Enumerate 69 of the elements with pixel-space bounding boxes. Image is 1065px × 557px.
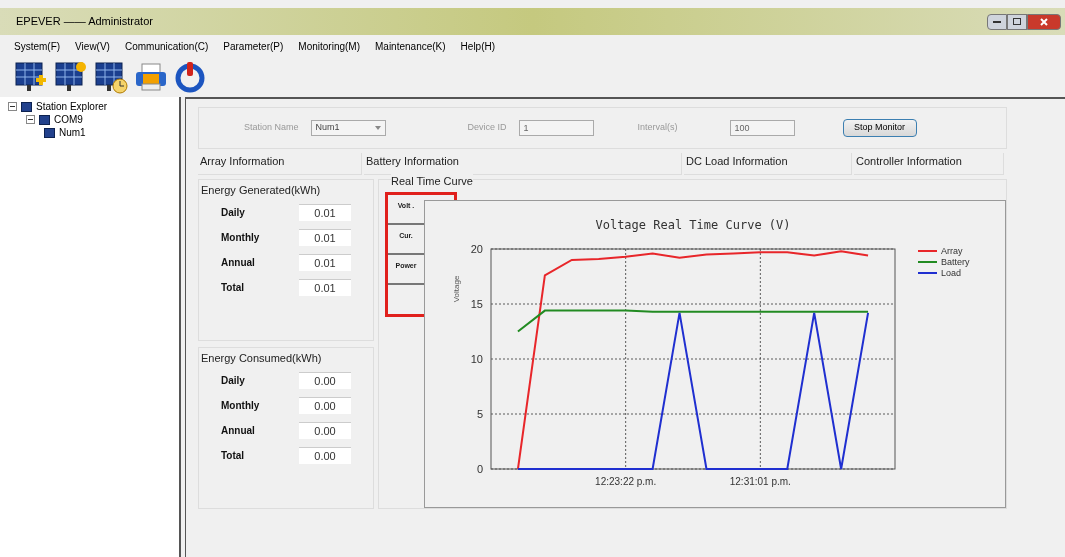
solar-panel-icon[interactable]	[14, 60, 48, 94]
menu-item[interactable]: View(V)	[75, 38, 110, 54]
solar-panel-icon	[39, 114, 50, 125]
legend-label: Array	[941, 245, 963, 256]
info-section-header[interactable]: Controller Information	[854, 153, 1004, 175]
info-section-header[interactable]: Array Information	[198, 153, 362, 175]
group-title: Energy Generated(kWh)	[201, 183, 322, 198]
energy-label: Total	[221, 280, 246, 295]
legend-swatch	[917, 249, 938, 252]
menu-item[interactable]: Maintenance(K)	[375, 38, 446, 54]
energy-value-field: 0.01	[299, 253, 351, 271]
maximize-button[interactable]	[1007, 13, 1027, 30]
menu-item[interactable]: System(F)	[14, 38, 61, 54]
energy-label: Total	[221, 448, 246, 463]
info-section-header[interactable]: DC Load Information	[684, 153, 852, 175]
x-tick-label: 12:31:01 p.m.	[729, 475, 791, 487]
window-title: EPEVER —— Administrator	[16, 14, 153, 30]
y-axis-label: Voltage	[452, 275, 461, 302]
y-tick-label: 20	[470, 242, 483, 255]
device-id-field[interactable]: 1	[518, 120, 594, 136]
printer-icon[interactable]	[134, 62, 168, 92]
tree-item[interactable]: Station Explorer	[36, 99, 108, 114]
solar-panel-icon[interactable]	[94, 60, 128, 94]
energy-label: Monthly	[221, 398, 261, 413]
energy-value-field: 0.00	[299, 446, 351, 464]
tree-item[interactable]: COM9	[54, 112, 83, 127]
legend-label: Battery	[941, 256, 970, 267]
energy-label: Daily	[221, 373, 246, 388]
collapse-toggle[interactable]	[26, 115, 35, 124]
energy-label: Annual	[221, 255, 256, 270]
close-icon	[1040, 17, 1048, 26]
energy-label: Annual	[221, 423, 256, 438]
legend-swatch	[917, 271, 938, 274]
y-tick-label: 0	[476, 462, 483, 475]
solar-panel-icon	[44, 127, 55, 138]
energy-value-field: 0.01	[299, 228, 351, 246]
station-name-dropdown[interactable]: Num1	[310, 120, 386, 136]
energy-label: Daily	[221, 205, 246, 220]
stop-monitor-button[interactable]: Stop Monitor	[842, 119, 917, 137]
energy-value-field: 0.01	[299, 278, 351, 296]
energy-value-field: 0.00	[299, 396, 351, 414]
solar-panel-icon	[21, 101, 32, 112]
menu-item[interactable]: Help(H)	[460, 38, 496, 54]
y-tick-label: 5	[476, 407, 483, 420]
power-icon[interactable]	[174, 61, 206, 93]
energy-label: Monthly	[221, 230, 261, 245]
menu-item[interactable]: Monitoring(M)	[298, 38, 360, 54]
field-label: Device ID	[467, 121, 507, 135]
field-label: Station Name	[244, 121, 299, 135]
group-title: Energy Consumed(kWh)	[201, 351, 323, 366]
collapse-toggle[interactable]	[8, 102, 17, 111]
menu-item[interactable]: Parameter(P)	[223, 38, 284, 54]
x-tick-label: 12:23:22 p.m.	[595, 475, 657, 487]
interval-field[interactable]: 100	[729, 120, 795, 136]
menu-item[interactable]: Communication(C)	[124, 38, 209, 54]
caret-icon	[374, 126, 381, 130]
energy-value-field: 0.00	[299, 371, 351, 389]
minimize-button[interactable]	[987, 13, 1007, 30]
energy-value-field: 0.00	[299, 421, 351, 439]
tree-item[interactable]: Num1	[59, 125, 86, 140]
solar-panel-icon[interactable]	[54, 60, 88, 94]
legend-label: Load	[941, 267, 962, 278]
close-button[interactable]	[1027, 13, 1061, 30]
chart-title: Voltage Real Time Curve (V)	[595, 217, 791, 232]
y-tick-label: 10	[470, 352, 483, 365]
energy-value-field: 0.01	[299, 203, 351, 221]
field-label: Interval(s)	[637, 121, 678, 135]
legend-swatch	[917, 260, 938, 263]
y-tick-label: 15	[470, 297, 483, 310]
